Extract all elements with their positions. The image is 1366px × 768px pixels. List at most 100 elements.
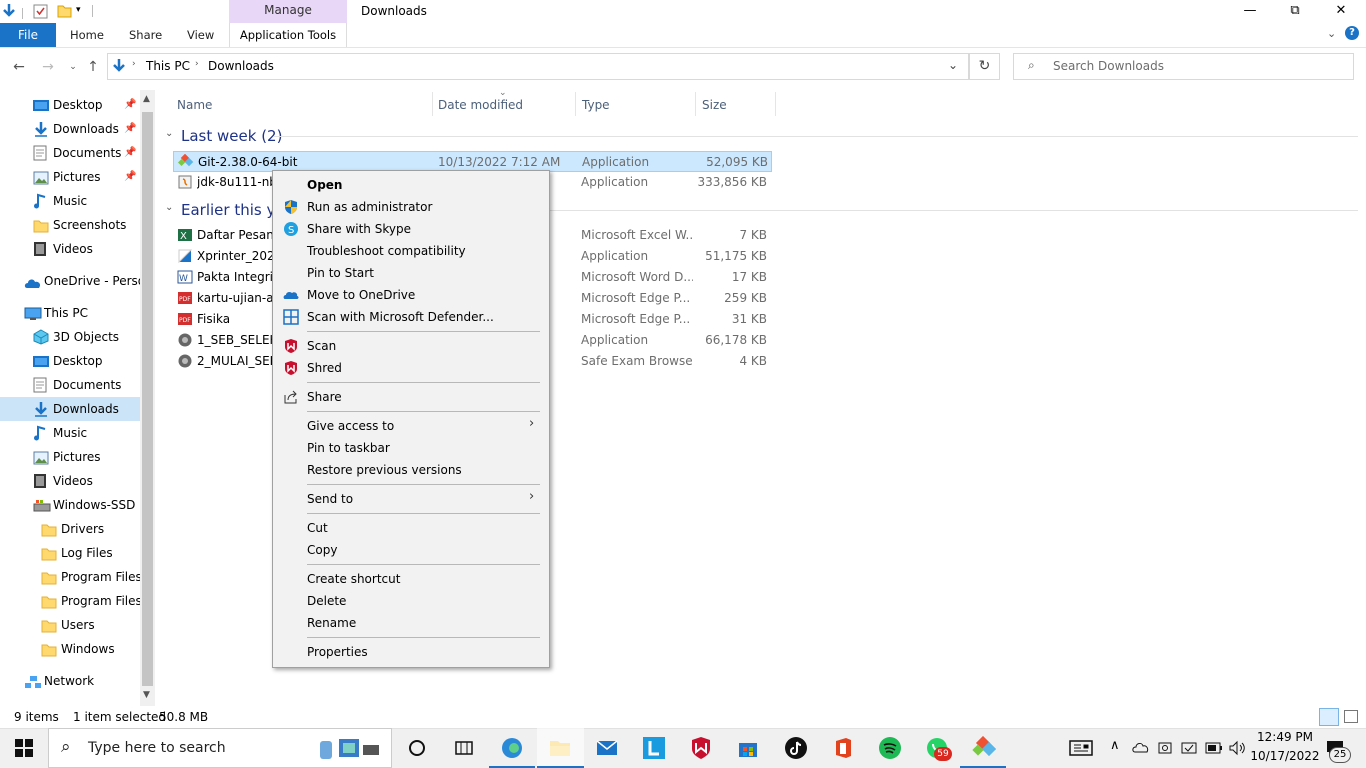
address-dropdown-icon[interactable]: ⌄ — [948, 58, 958, 72]
menu-delete[interactable]: Delete — [307, 591, 346, 611]
onedrive-tray-icon[interactable] — [1132, 741, 1150, 753]
menu-share-with-skype[interactable]: Share with Skype — [307, 219, 411, 239]
sidebar-item[interactable]: Users — [0, 613, 140, 637]
menu-restore-previous-versions[interactable]: Restore previous versions — [307, 460, 462, 480]
column-name[interactable]: Name — [177, 95, 212, 115]
sidebar-item[interactable]: Downloads 📌 — [0, 117, 140, 141]
clock-time[interactable]: 12:49 PM — [1252, 730, 1318, 744]
tiktok-icon[interactable] — [784, 736, 808, 760]
sidebar-item[interactable]: Music — [0, 189, 140, 213]
menu-shred[interactable]: Shred — [307, 358, 342, 378]
properties-icon[interactable] — [33, 4, 48, 19]
details-view-icon[interactable] — [1319, 708, 1339, 726]
recent-locations-icon[interactable]: ⌄ — [62, 57, 84, 77]
collapse-group-icon[interactable]: ⌄ — [165, 202, 173, 213]
battery-icon[interactable] — [1205, 742, 1223, 754]
sidebar-item[interactable]: Desktop — [0, 349, 140, 373]
file-row[interactable]: Git-2.38.0-64-bit 10/13/2022 7:12 AM Appli… — [173, 151, 772, 172]
forward-button[interactable]: → — [37, 57, 59, 77]
task-view-icon[interactable] — [452, 736, 476, 760]
menu-create-shortcut[interactable]: Create shortcut — [307, 569, 400, 589]
sidebar-item[interactable]: Drivers — [0, 517, 140, 541]
back-button[interactable]: ← — [8, 57, 30, 77]
breadcrumb-this-pc[interactable]: This PC — [146, 59, 190, 73]
sidebar-item[interactable]: OneDrive - Persor — [0, 269, 140, 293]
tab-file[interactable]: File — [0, 23, 56, 47]
microsoft-store-icon[interactable] — [736, 736, 760, 760]
menu-troubleshoot-compatibility[interactable]: Troubleshoot compatibility — [307, 241, 466, 261]
navigation-pane[interactable]: Desktop 📌 Downloads 📌 Documents 📌 Pictures 📌 Mus… — [0, 90, 155, 706]
defender-tray-icon[interactable] — [1181, 740, 1197, 756]
volume-icon[interactable] — [1228, 740, 1246, 756]
tab-view[interactable]: View — [187, 23, 214, 47]
collapse-group-icon[interactable]: ⌄ — [165, 128, 173, 139]
mcafee-icon[interactable] — [689, 736, 713, 760]
start-button[interactable] — [15, 739, 33, 757]
taskbar-search-input[interactable]: ⌕ Type here to search — [48, 728, 392, 768]
scroll-down-icon[interactable]: ▼ — [143, 690, 150, 700]
launcher-l-icon[interactable] — [642, 736, 666, 760]
address-bar[interactable]: › This PC › Downloads ⌄ — [107, 53, 969, 80]
menu-rename[interactable]: Rename — [307, 613, 356, 633]
show-hidden-icons-icon[interactable]: ∧ — [1110, 738, 1120, 753]
menu-share[interactable]: Share — [307, 387, 342, 407]
git-installer-icon[interactable] — [972, 735, 997, 760]
sidebar-item[interactable]: Documents 📌 — [0, 141, 140, 165]
group-last-week[interactable]: Last week (2) — [181, 127, 282, 145]
sidebar-item[interactable]: This PC — [0, 301, 140, 325]
sidebar-item[interactable]: Program Files — [0, 565, 140, 589]
menu-cut[interactable]: Cut — [307, 518, 328, 538]
sidebar-item[interactable]: 3D Objects — [0, 325, 140, 349]
spotify-icon[interactable] — [878, 736, 902, 760]
sidebar-item[interactable]: Music — [0, 421, 140, 445]
menu-move-to-onedrive[interactable]: Move to OneDrive — [307, 285, 415, 305]
search-input[interactable]: ⌕ Search Downloads — [1013, 53, 1354, 80]
cortana-icon[interactable] — [405, 736, 429, 760]
sidebar-item[interactable]: Network — [0, 669, 140, 693]
sidebar-item[interactable]: Pictures — [0, 445, 140, 469]
menu-pin-to-taskbar[interactable]: Pin to taskbar — [307, 438, 390, 458]
menu-properties[interactable]: Properties — [307, 642, 368, 662]
tab-application-tools[interactable]: Application Tools — [229, 23, 347, 47]
tab-share[interactable]: Share — [129, 23, 162, 47]
expand-ribbon-icon[interactable]: ⌄ — [1327, 27, 1336, 40]
camera-tray-icon[interactable] — [1158, 740, 1172, 756]
edge-icon[interactable] — [500, 736, 524, 760]
sidebar-item[interactable]: Documents — [0, 373, 140, 397]
office-icon[interactable] — [831, 736, 855, 760]
menu-send-to[interactable]: Send to — [307, 489, 353, 509]
column-date-modified[interactable]: Date modified — [438, 95, 523, 115]
sidebar-item[interactable]: Windows-SSD (C — [0, 493, 140, 517]
sidebar-item[interactable]: Videos — [0, 237, 140, 261]
sidebar-item[interactable]: Program Files ( — [0, 589, 140, 613]
column-size[interactable]: Size — [702, 95, 727, 115]
sidebar-item[interactable]: Downloads — [0, 397, 140, 421]
new-folder-icon[interactable] — [57, 4, 72, 18]
news-widget-icon[interactable] — [1069, 740, 1093, 756]
sidebar-item[interactable]: Screenshots — [0, 213, 140, 237]
column-type[interactable]: Type — [582, 95, 610, 115]
help-icon[interactable]: ? — [1345, 26, 1359, 40]
nav-scrollbar-thumb[interactable] — [142, 112, 153, 686]
scroll-up-icon[interactable]: ▲ — [143, 94, 150, 104]
sidebar-item[interactable]: Pictures 📌 — [0, 165, 140, 189]
menu-scan-with-defender[interactable]: Scan with Microsoft Defender... — [307, 307, 494, 327]
menu-pin-to-start[interactable]: Pin to Start — [307, 263, 374, 283]
sidebar-item[interactable]: Windows — [0, 637, 140, 661]
up-button[interactable]: ↑ — [82, 57, 104, 77]
tab-home[interactable]: Home — [70, 23, 104, 47]
sidebar-item[interactable]: Videos — [0, 469, 140, 493]
download-icon[interactable] — [2, 3, 16, 19]
menu-copy[interactable]: Copy — [307, 540, 337, 560]
menu-open[interactable]: Open — [307, 175, 342, 195]
large-icons-view-icon[interactable] — [1344, 710, 1358, 723]
breadcrumb-downloads[interactable]: Downloads — [208, 59, 274, 73]
menu-run-as-administrator[interactable]: Run as administrator — [307, 197, 432, 217]
mail-icon[interactable] — [595, 736, 619, 760]
menu-give-access-to[interactable]: Give access to — [307, 416, 394, 436]
clock-date[interactable]: 10/17/2022 — [1250, 749, 1320, 763]
search-highlight-icon[interactable] — [317, 735, 381, 761]
close-button[interactable]: ✕ — [1318, 0, 1364, 23]
minimize-button[interactable]: — — [1227, 0, 1273, 23]
sidebar-item[interactable]: Log Files — [0, 541, 140, 565]
